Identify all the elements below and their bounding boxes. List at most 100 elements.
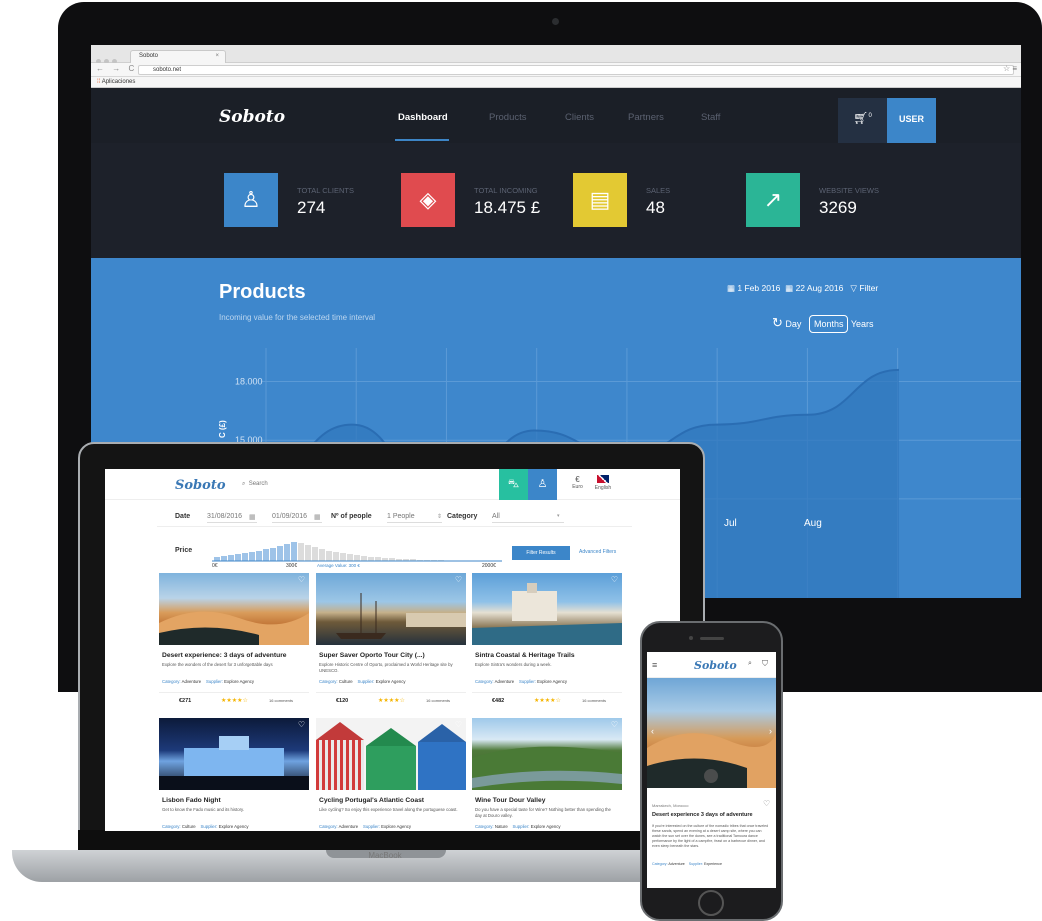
card-description: Explore Historic Centre of Oporto, procl… [319,662,453,673]
category-key: Category: [475,824,494,829]
bookmarks-bar: ⁞⁞ Aplicaciones [91,77,1021,88]
price-histogram[interactable] [212,539,502,565]
user-button[interactable]: ♙ [528,469,557,500]
heart-icon[interactable]: ♡ [763,799,770,808]
card-title: Sintra Coastal & Heritage Trails [475,652,575,659]
home-button[interactable] [698,890,724,916]
product-card[interactable]: ♡ Desert experience: 3 days of adventure… [159,573,309,708]
heart-icon[interactable]: ♡ [298,575,305,584]
card-footer: €482 ★★★★☆ 16 comments [472,692,622,708]
menu-icon[interactable]: ☆ ≡ [1003,64,1017,73]
product-card[interactable]: ♡ Sintra Coastal & Heritage Trails Explo… [472,573,622,708]
supplier-key: Supplier: [362,824,380,829]
app-logo[interactable]: Soboto [219,107,285,127]
chevron-down-icon[interactable]: ▾ [557,513,560,519]
search-input[interactable]: ⌕ Search [242,481,268,488]
cart-button[interactable]: 🛒︎0 [838,98,887,143]
price-average: Average Value: 300 € [317,563,360,568]
trend-icon: ↗ [746,173,800,227]
browser-tab[interactable]: Soboto × [130,50,226,63]
filter-button[interactable]: Filter [859,283,878,293]
heart-icon[interactable]: ♡ [611,575,618,584]
nav-products[interactable]: Products [489,112,527,123]
card-rating: ★★★★☆ [221,698,248,704]
card-description: Explore Sintra's wonders during a week. [475,662,552,667]
phone-location: Marrakech, Morocco [652,803,689,808]
period-months[interactable]: Months [808,315,849,333]
calendar-icon: ▦ [785,283,794,293]
category-value: Adventure [181,679,202,684]
product-card[interactable]: ♡ Wine Tour Dour Valley Do you have a sp… [472,718,622,829]
currency-label: Euro [572,484,583,490]
search-icon[interactable]: ⌕ [748,660,752,668]
card-title: Desert experience: 3 days of adventure [162,652,287,659]
card-comments[interactable]: 16 comments [582,698,606,703]
carousel-prev-icon[interactable]: ‹ [651,726,654,736]
refresh-icon[interactable]: ↻ [772,315,783,330]
imac-camera [552,18,559,25]
category-value: Adventure [494,679,515,684]
language-selector[interactable]: English [593,475,613,491]
calendar-icon[interactable]: ▦ [249,513,256,521]
product-image-sintra: ♡ [472,573,622,645]
supplier-value: Explore Agency [224,679,255,684]
category-value: Culture [338,679,353,684]
card-comments[interactable]: 16 comments [269,698,293,703]
heart-icon[interactable]: ♡ [611,720,618,729]
category-key: Category: [652,862,668,866]
card-meta: Category: Adventure Supplier: Explore Ag… [319,824,463,829]
close-tab-icon[interactable]: × [215,53,219,59]
filter-results-button[interactable]: Filter Results [512,546,570,560]
nav-staff[interactable]: Staff [701,112,720,123]
nav-dashboard[interactable]: Dashboard [398,112,448,123]
date-from[interactable]: 1 Feb 2016 [737,283,780,293]
url-input[interactable]: soboto.net [138,65,1014,75]
date-label: Date [175,513,191,520]
supplier-value: Explore Agency [218,824,249,829]
calendar-icon[interactable]: ▦ [314,513,321,521]
price-max: 2000€ [482,563,496,569]
y-tick-label: 18.000 [235,377,263,387]
period-years[interactable]: Years [851,319,874,329]
heart-icon[interactable]: ♡ [455,720,462,729]
nav-buttons[interactable]: ← → C [96,64,137,73]
supplier-key: Supplier: [688,862,703,866]
heart-icon[interactable]: ♡ [455,575,462,584]
currency-selector[interactable]: € Euro [570,475,585,490]
nav-clients[interactable]: Clients [565,112,594,123]
user-button[interactable]: USER [887,98,936,143]
category-select[interactable]: All [492,513,564,523]
stat-label: TOTAL INCOMING [474,186,538,195]
stat-value: 18.475 £ [474,198,541,217]
product-card[interactable]: ♡ Super Saver Oporto Tour City (...) Exp… [316,573,466,708]
card-footer: €120 ★★★★☆ 16 comments [316,692,466,708]
shop-logo[interactable]: Soboto [175,478,226,493]
carousel-next-icon[interactable]: › [769,726,772,736]
card-description: Get to know the Fado music and its histo… [162,807,245,812]
bag-icon[interactable]: ⛉ [762,659,768,669]
product-card[interactable]: ♡ Cycling Portugal's Atlantic Coast Like… [316,718,466,829]
category-key: Category: [162,679,181,684]
advanced-filters-link[interactable]: Advanced Filters [579,549,616,555]
phone-logo[interactable]: Soboto [694,659,737,672]
period-selector: ↻ Day Months Years [772,315,874,333]
hamburger-menu-icon[interactable]: ≡ [652,660,657,670]
category-value: Adventure [668,862,685,866]
date-to[interactable]: 22 Aug 2016 [796,283,844,293]
price-filter: Price 0€ 300€ Average Value: 300 € 2000€… [157,539,632,571]
phone-hero-image: ‹ › [647,678,776,788]
card-price: €271 [179,698,192,704]
heart-icon[interactable]: ♡ [298,720,305,729]
nav-partners[interactable]: Partners [628,112,664,123]
card-comments[interactable]: 16 comments [426,698,450,703]
calendar-icon: ▦ [727,283,736,293]
product-card[interactable]: ♡ Lisbon Fado Night Get to know the Fado… [159,718,309,829]
supplier-key: Supplier: [518,679,536,684]
people-select[interactable]: 1 People [387,513,442,523]
category-label: Category [447,513,478,520]
cart-button[interactable]: ⛍ [499,469,528,500]
stepper-icon[interactable]: ⇕ [437,513,442,520]
period-day[interactable]: Day [785,319,801,329]
bookmark-apps[interactable]: Aplicaciones [102,79,136,85]
phone-title: Desert experience 3 days of adventure [652,812,753,818]
